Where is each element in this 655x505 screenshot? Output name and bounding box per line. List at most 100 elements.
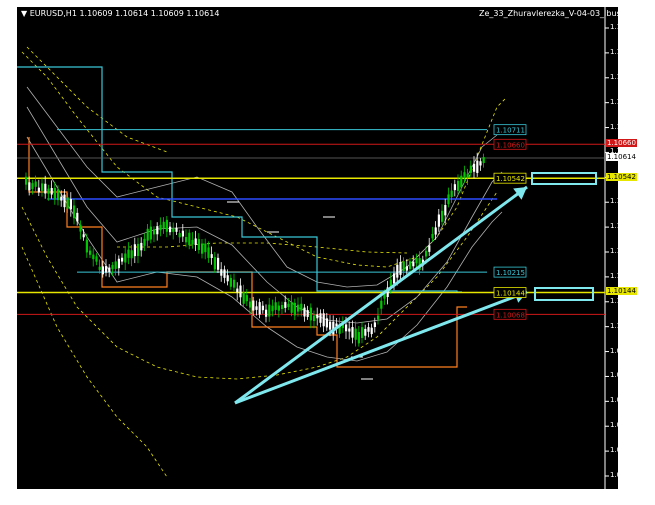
candle-body <box>245 295 248 302</box>
candle-body <box>261 305 264 311</box>
candle-body <box>258 302 261 315</box>
candle-body <box>255 306 258 310</box>
price-tick-label: 1.09765 <box>610 396 639 405</box>
candle-body <box>89 250 92 255</box>
candle-body <box>367 327 370 332</box>
price-tick-label: 1.09940 <box>610 346 639 355</box>
candle-body <box>236 288 239 293</box>
candle-body <box>191 239 194 245</box>
candle-body <box>466 173 469 178</box>
candle-body <box>82 234 85 238</box>
level-label-1-10542: 1.10542 <box>493 172 527 184</box>
candle-body <box>405 266 408 271</box>
candle-body <box>482 157 485 164</box>
candle-body <box>399 262 402 275</box>
candle-body <box>412 261 415 267</box>
candle-body <box>175 227 178 232</box>
price-tick-label: 1.10110 <box>610 296 639 305</box>
menu-dropdown-icon[interactable]: ▼ <box>21 9 27 18</box>
candle-body <box>444 205 447 216</box>
candle-body <box>188 232 191 246</box>
candle-body <box>303 307 306 317</box>
candle-body <box>290 301 293 313</box>
candle-body <box>162 221 165 229</box>
candle-body <box>450 190 453 198</box>
candle-body <box>108 267 111 273</box>
candle-body <box>137 243 140 257</box>
candle-body <box>409 261 412 270</box>
candle-body <box>127 249 130 258</box>
axis-level-tag: 1.10542 <box>606 173 637 182</box>
candle-body <box>252 300 255 311</box>
candle-body <box>117 258 120 269</box>
price-tick-label: 1.10290 <box>610 247 639 255</box>
candle-body <box>428 245 431 252</box>
candle-body <box>79 224 82 232</box>
level-label-1-10144: 1.10144 <box>493 287 527 298</box>
outer-upper-envelope-line <box>26 46 168 153</box>
candle-body <box>124 253 127 263</box>
mid-envelope-line <box>117 242 408 254</box>
candle-body <box>370 327 373 335</box>
upper-envelope-line <box>21 51 508 268</box>
candle-body <box>268 304 271 317</box>
level-label-text: 1.10711 <box>496 127 525 135</box>
candle-body <box>223 269 226 278</box>
candle-body <box>105 266 108 273</box>
candle-body <box>437 214 440 227</box>
candle-body <box>172 228 175 232</box>
chart-canvas[interactable]: 1.10711 1.10660 1.10542 1.10215 1.10144 1.100… <box>17 7 618 489</box>
candle-body <box>396 264 399 278</box>
candle-body <box>66 197 69 209</box>
candle-body <box>239 285 242 298</box>
candle-body <box>181 230 184 237</box>
candle-body <box>319 313 322 323</box>
candle-body <box>73 205 76 219</box>
candle-body <box>159 224 162 231</box>
candle-body <box>25 176 28 185</box>
candle-body <box>441 210 444 222</box>
candle-body <box>281 304 284 310</box>
candle-body <box>60 196 63 201</box>
candle-body <box>345 324 348 332</box>
candle-body <box>316 314 319 319</box>
candle-body <box>361 327 364 338</box>
candle-body <box>229 277 232 287</box>
price-tick-label: 1.10720 <box>610 122 639 131</box>
level-label-text: 1.10068 <box>496 311 525 319</box>
candle-body <box>453 184 456 191</box>
highlight-box-lower <box>534 287 594 301</box>
candle-body <box>185 237 188 243</box>
candle-body <box>277 305 280 311</box>
symbol-header: ▼ EURUSD,H1 1.10609 1.10614 1.10609 1.10… <box>21 9 219 18</box>
candle-body <box>460 175 463 188</box>
price-tick-label: 1.10025 <box>610 321 639 330</box>
candle-body <box>364 328 367 336</box>
level-label-text: 1.10542 <box>496 175 525 183</box>
axis-level-tag: 1.10144 <box>606 287 637 296</box>
price-tick-label: 1.10200 <box>610 271 639 280</box>
candle-body <box>63 194 66 208</box>
candle-body <box>473 163 476 172</box>
lower-envelope-line <box>21 191 498 380</box>
candle-body <box>431 233 434 239</box>
chart-window[interactable]: 1.10711 1.10660 1.10542 1.10215 1.10144 1.100… <box>17 7 639 489</box>
candle-body <box>457 180 460 191</box>
candle-body <box>265 309 268 317</box>
candle-body <box>31 183 34 190</box>
candle-body <box>28 182 31 191</box>
current-price-tag: 1.10614 <box>606 153 637 161</box>
candle-body <box>143 238 146 246</box>
price-tick-label: 1.10375 <box>610 222 639 231</box>
candle-body <box>380 300 383 309</box>
price-tick-label: 1.10980 <box>610 47 639 56</box>
candle-body <box>274 302 277 310</box>
price-tick-label: 1.09590 <box>610 446 639 455</box>
level-label-1-10660: 1.10660 <box>493 138 527 150</box>
candle-body <box>309 307 312 321</box>
candle-body <box>393 273 396 284</box>
level-label-text: 1.10215 <box>496 269 525 277</box>
candle-body <box>210 254 213 259</box>
indicator-name: Ze_33_Zhuravlerezka_V-04-03_Ibush <box>479 9 626 18</box>
candle-body <box>156 226 159 235</box>
